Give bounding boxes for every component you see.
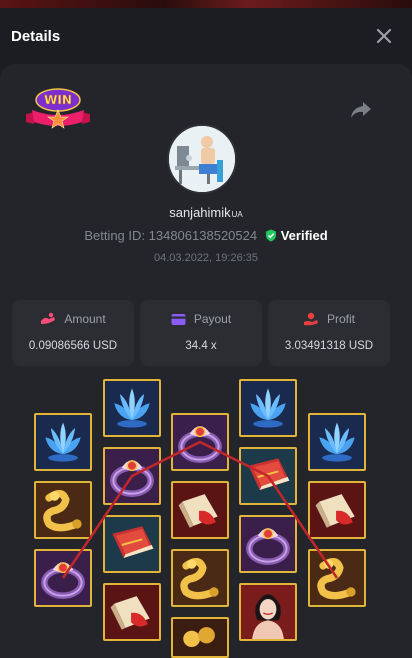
- betting-id-value: 134806138520524: [148, 228, 258, 243]
- country-code: UA: [231, 210, 243, 219]
- game-backdrop-strip: [0, 0, 412, 8]
- close-icon[interactable]: [374, 26, 394, 46]
- symbol-blue-lotus: [103, 379, 161, 437]
- amount-label-row: Amount: [12, 312, 134, 326]
- verified-label: Verified: [280, 228, 328, 243]
- verified-shield-icon: [265, 229, 276, 242]
- payout-label: Payout: [193, 312, 232, 326]
- profit-label: Profit: [326, 312, 355, 326]
- symbol-red-scroll-book: [308, 481, 366, 539]
- avatar: [167, 124, 237, 194]
- symbol-red-scroll-book: [103, 583, 161, 641]
- symbol-purple-ring: [171, 413, 229, 471]
- symbol-red-scroll-book: [103, 515, 161, 573]
- profit-value: 3.03491318 USD: [284, 340, 374, 352]
- bet-datetime: 04.03.2022, 19:26:35: [154, 252, 258, 264]
- symbol-purple-ring: [239, 515, 297, 573]
- symbol-red-scroll-book: [171, 481, 229, 539]
- amount-icon: [41, 312, 56, 324]
- symbol-red-scroll-book: [239, 447, 297, 505]
- win-badge-icon: WIN: [26, 88, 90, 129]
- betting-id-label: Betting ID:: [84, 228, 146, 243]
- symbol-golden-snake: [308, 549, 366, 607]
- symbol-gold-coins: [171, 617, 229, 658]
- payout-label-row: Payout: [140, 312, 262, 326]
- username: sanjahimikUA: [0, 205, 412, 220]
- payout-value: 34.4 x: [185, 340, 217, 352]
- wallet-icon: [171, 314, 186, 325]
- share-icon[interactable]: [350, 100, 372, 120]
- symbol-blue-lotus: [308, 413, 366, 471]
- stat-amount: Amount 0.09086566 USD: [12, 300, 134, 366]
- symbol-purple-ring: [103, 447, 161, 505]
- header: Details: [0, 8, 412, 64]
- username-text: sanjahimik: [169, 205, 231, 220]
- symbol-golden-snake: [171, 549, 229, 607]
- stat-payout: Payout 34.4 x: [140, 300, 262, 366]
- betting-id-row: Betting ID: 134806138520524 Verified: [0, 228, 412, 243]
- win-badge-text: WIN: [44, 93, 72, 107]
- amount-value: 0.09086566 USD: [28, 340, 118, 352]
- profit-hand-icon: [303, 312, 318, 326]
- symbol-blue-lotus: [239, 379, 297, 437]
- amount-label: Amount: [64, 312, 106, 326]
- page-title: Details: [11, 28, 61, 45]
- stat-profit: Profit 3.03491318 USD: [268, 300, 390, 366]
- symbol-geisha-woman: [239, 583, 297, 641]
- symbol-blue-lotus: [34, 413, 92, 471]
- symbol-purple-ring: [34, 549, 92, 607]
- symbol-golden-snake: [34, 481, 92, 539]
- profit-label-row: Profit: [268, 312, 390, 326]
